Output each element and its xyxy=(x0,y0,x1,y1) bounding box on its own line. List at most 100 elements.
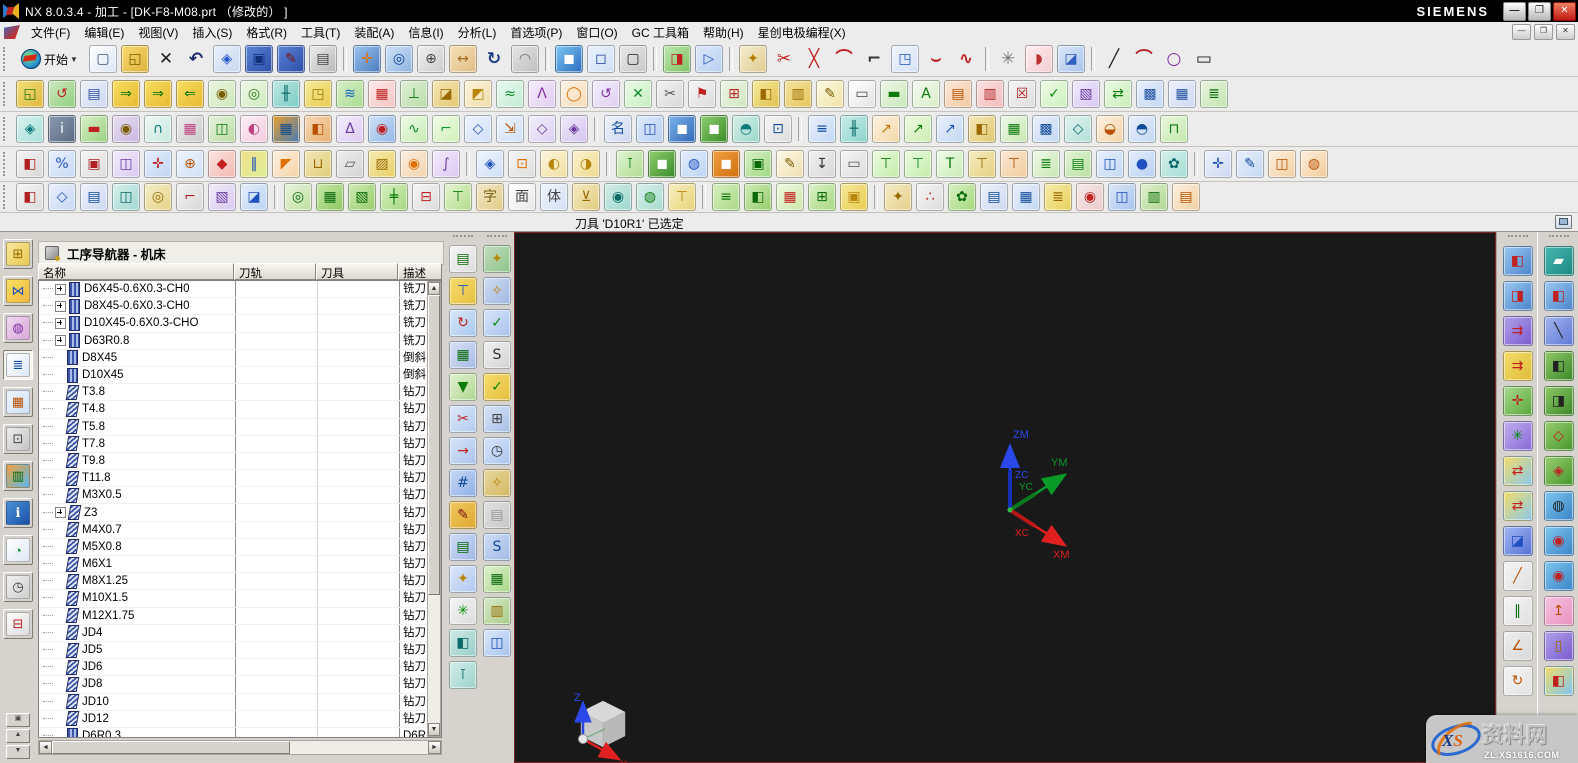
resource-scroll-up-button[interactable]: ▲ xyxy=(6,729,30,743)
menu-item-4[interactable]: 格式(R) xyxy=(239,24,294,42)
pan-view-icon[interactable]: ↔ xyxy=(449,45,477,73)
op-list-icon[interactable]: ▦ xyxy=(483,565,511,593)
stairs-blue-icon[interactable]: ≡ xyxy=(808,115,836,143)
roles-palette-tab[interactable]: ⊟ xyxy=(3,609,33,639)
verify-gouge-icon[interactable]: ✓ xyxy=(483,309,511,337)
cube-cluster-icon[interactable]: ◫ xyxy=(1096,150,1124,178)
grid-colors-icon[interactable]: ▦ xyxy=(272,115,300,143)
toolbar-drag-handle[interactable] xyxy=(1508,235,1528,241)
ball-mill-icon[interactable]: ◉ xyxy=(604,183,632,211)
menu-item-13[interactable]: 星创电极编程(X) xyxy=(751,24,853,42)
table-row-Z3[interactable]: Z3钻刀 xyxy=(39,504,441,521)
reflect-analysis-icon[interactable]: ◓ xyxy=(1128,115,1156,143)
web-browser-tab[interactable]: ℹ xyxy=(3,498,33,528)
curvature-graph-icon[interactable]: ∿ xyxy=(400,115,428,143)
select-region-icon[interactable]: ▦ xyxy=(368,80,396,108)
pattern-target-icon[interactable]: ✳ xyxy=(449,597,477,625)
doc-pair-icon[interactable]: ▤ xyxy=(980,183,1008,211)
toolbar-drag-handle[interactable] xyxy=(3,152,10,176)
frame-green-2-icon[interactable]: ◨ xyxy=(1544,386,1574,416)
ribbon-flow-icon[interactable]: ∫ xyxy=(432,150,460,178)
target-grid-icon[interactable]: ⊞ xyxy=(720,80,748,108)
dif-compare-icon[interactable]: ◧ xyxy=(752,80,780,108)
scroll-up-arrow[interactable]: ▲ xyxy=(428,282,440,295)
mill-area-icon[interactable]: ▦ xyxy=(316,183,344,211)
table-row-JD5[interactable]: JD5钻刀 xyxy=(39,642,441,659)
save-part-icon[interactable]: ▣ xyxy=(245,45,273,73)
simulation-monitor-tab[interactable]: ⊡ xyxy=(3,424,33,454)
part-spec-icon[interactable]: ▤ xyxy=(80,80,108,108)
expand-icon[interactable] xyxy=(55,301,66,312)
column-header-0[interactable]: 名称 xyxy=(38,263,234,280)
snapshot-icon[interactable]: ◠ xyxy=(511,45,539,73)
table-row-D6R0.3[interactable]: D6R0.3D6R xyxy=(39,728,441,738)
stack-cubes-icon[interactable]: ◧ xyxy=(304,115,332,143)
gold-bars-icon[interactable]: ≣ xyxy=(1044,183,1072,211)
dots-red-icon[interactable]: ∴ xyxy=(916,183,944,211)
wire-cube-3-icon[interactable]: ◈ xyxy=(560,115,588,143)
blank-sheet-icon[interactable]: ▭ xyxy=(848,80,876,108)
machining-time-icon[interactable]: ◷ xyxy=(483,437,511,465)
split-face-2-icon[interactable]: ⇄ xyxy=(1503,491,1533,521)
menu-item-7[interactable]: 信息(I) xyxy=(401,24,450,42)
tool-wizard-icon[interactable]: ✧ xyxy=(483,277,511,305)
poly-cube-1-icon[interactable]: ◉ xyxy=(1544,526,1574,556)
poly-cube-2-icon[interactable]: ◉ xyxy=(1544,561,1574,591)
anchor-point-icon[interactable]: ↧ xyxy=(808,150,836,178)
doc-model-icon[interactable]: ▤ xyxy=(80,183,108,211)
menu-item-0[interactable]: 文件(F) xyxy=(24,24,77,42)
cylinder-pair-icon[interactable]: ‖ xyxy=(240,150,268,178)
line-sketch-icon[interactable]: ╱ xyxy=(1101,46,1127,72)
pocket-feature-icon[interactable]: ⊔ xyxy=(304,150,332,178)
rotate-view-icon[interactable]: ↻ xyxy=(481,46,507,72)
extrude-icon[interactable]: ◫ xyxy=(1268,150,1296,178)
block-feature-icon[interactable]: ◧ xyxy=(16,150,44,178)
tool-path-editor-icon[interactable]: ↻ xyxy=(449,309,477,337)
smooth-spline-icon[interactable]: ∿ xyxy=(953,46,979,72)
table-row-JD10[interactable]: JD10钻刀 xyxy=(39,694,441,711)
box-axes-icon[interactable]: ✛ xyxy=(144,150,172,178)
grid-table-icon[interactable]: ▦ xyxy=(1000,115,1028,143)
cube-target-icon[interactable]: ◉ xyxy=(368,115,396,143)
trim-sheet-icon[interactable]: ◳ xyxy=(891,45,919,73)
enclosure-icon[interactable]: ◫ xyxy=(112,150,140,178)
tap-t2-icon[interactable]: ⊤ xyxy=(904,150,932,178)
axis-lock-icon[interactable]: ∠ xyxy=(1503,631,1533,661)
ops-table-icon[interactable]: ▦ xyxy=(1012,183,1040,211)
pattern-check-icon[interactable]: ▦ xyxy=(176,115,204,143)
make-parallel-icon[interactable]: ∥ xyxy=(1503,596,1533,626)
hd3d-report-tab[interactable]: ◔ xyxy=(3,535,33,565)
datum-plane-icon[interactable]: ◪ xyxy=(1057,45,1085,73)
probe-tool-icon[interactable]: ◎ xyxy=(144,183,172,211)
undo-icon[interactable]: ↶ xyxy=(183,46,209,72)
flow-lines-icon[interactable]: ≈ xyxy=(496,80,524,108)
post-tool-icon[interactable]: ⊤ xyxy=(668,183,696,211)
gap-check-icon[interactable]: ⊓ xyxy=(1160,115,1188,143)
cube-matrix-icon[interactable]: ▩ xyxy=(1032,115,1060,143)
generate-path-icon[interactable]: → xyxy=(449,437,477,465)
menu-item-9[interactable]: 首选项(P) xyxy=(503,24,569,42)
zoom-in-out-icon[interactable]: ⊕ xyxy=(417,45,445,73)
mdi-minimize-button[interactable]: — xyxy=(1512,24,1531,40)
part-list-icon[interactable]: ≣ xyxy=(1200,80,1228,108)
tree-vertical-scrollbar[interactable]: ▲ ▼ xyxy=(427,281,441,737)
navigator-title-bar[interactable]: 工序导航器 - 机床 xyxy=(38,241,444,265)
note-editor-icon[interactable]: ✎ xyxy=(816,80,844,108)
menu-item-8[interactable]: 分析(L) xyxy=(451,24,504,42)
menu-item-10[interactable]: 窗口(O) xyxy=(569,24,624,42)
wrench-mill-icon[interactable]: ✦ xyxy=(884,183,912,211)
clamp-tool-icon[interactable]: ⊥ xyxy=(400,80,428,108)
ipw-stack-icon[interactable]: ≡ xyxy=(712,183,740,211)
menu-item-12[interactable]: 帮助(H) xyxy=(696,24,751,42)
divide-curve-icon[interactable]: ╳ xyxy=(801,46,827,72)
point-set-icon[interactable]: ✳ xyxy=(995,46,1021,72)
tool-doc-icon[interactable]: ▤ xyxy=(449,533,477,561)
pocket-geometry-icon[interactable]: ◳ xyxy=(304,80,332,108)
save-as-icon[interactable]: ✎ xyxy=(277,45,305,73)
display-screen-icon[interactable]: ▰ xyxy=(1544,246,1574,276)
diamond-green-1-icon[interactable]: ◇ xyxy=(1544,421,1574,451)
resize-gold-icon[interactable]: ◧ xyxy=(1544,666,1574,696)
prompt-window-icon[interactable] xyxy=(1555,215,1572,229)
corner-curve-icon[interactable]: ⌐ xyxy=(861,46,887,72)
tree-horizontal-scrollbar[interactable]: ◄ ► xyxy=(38,740,442,755)
